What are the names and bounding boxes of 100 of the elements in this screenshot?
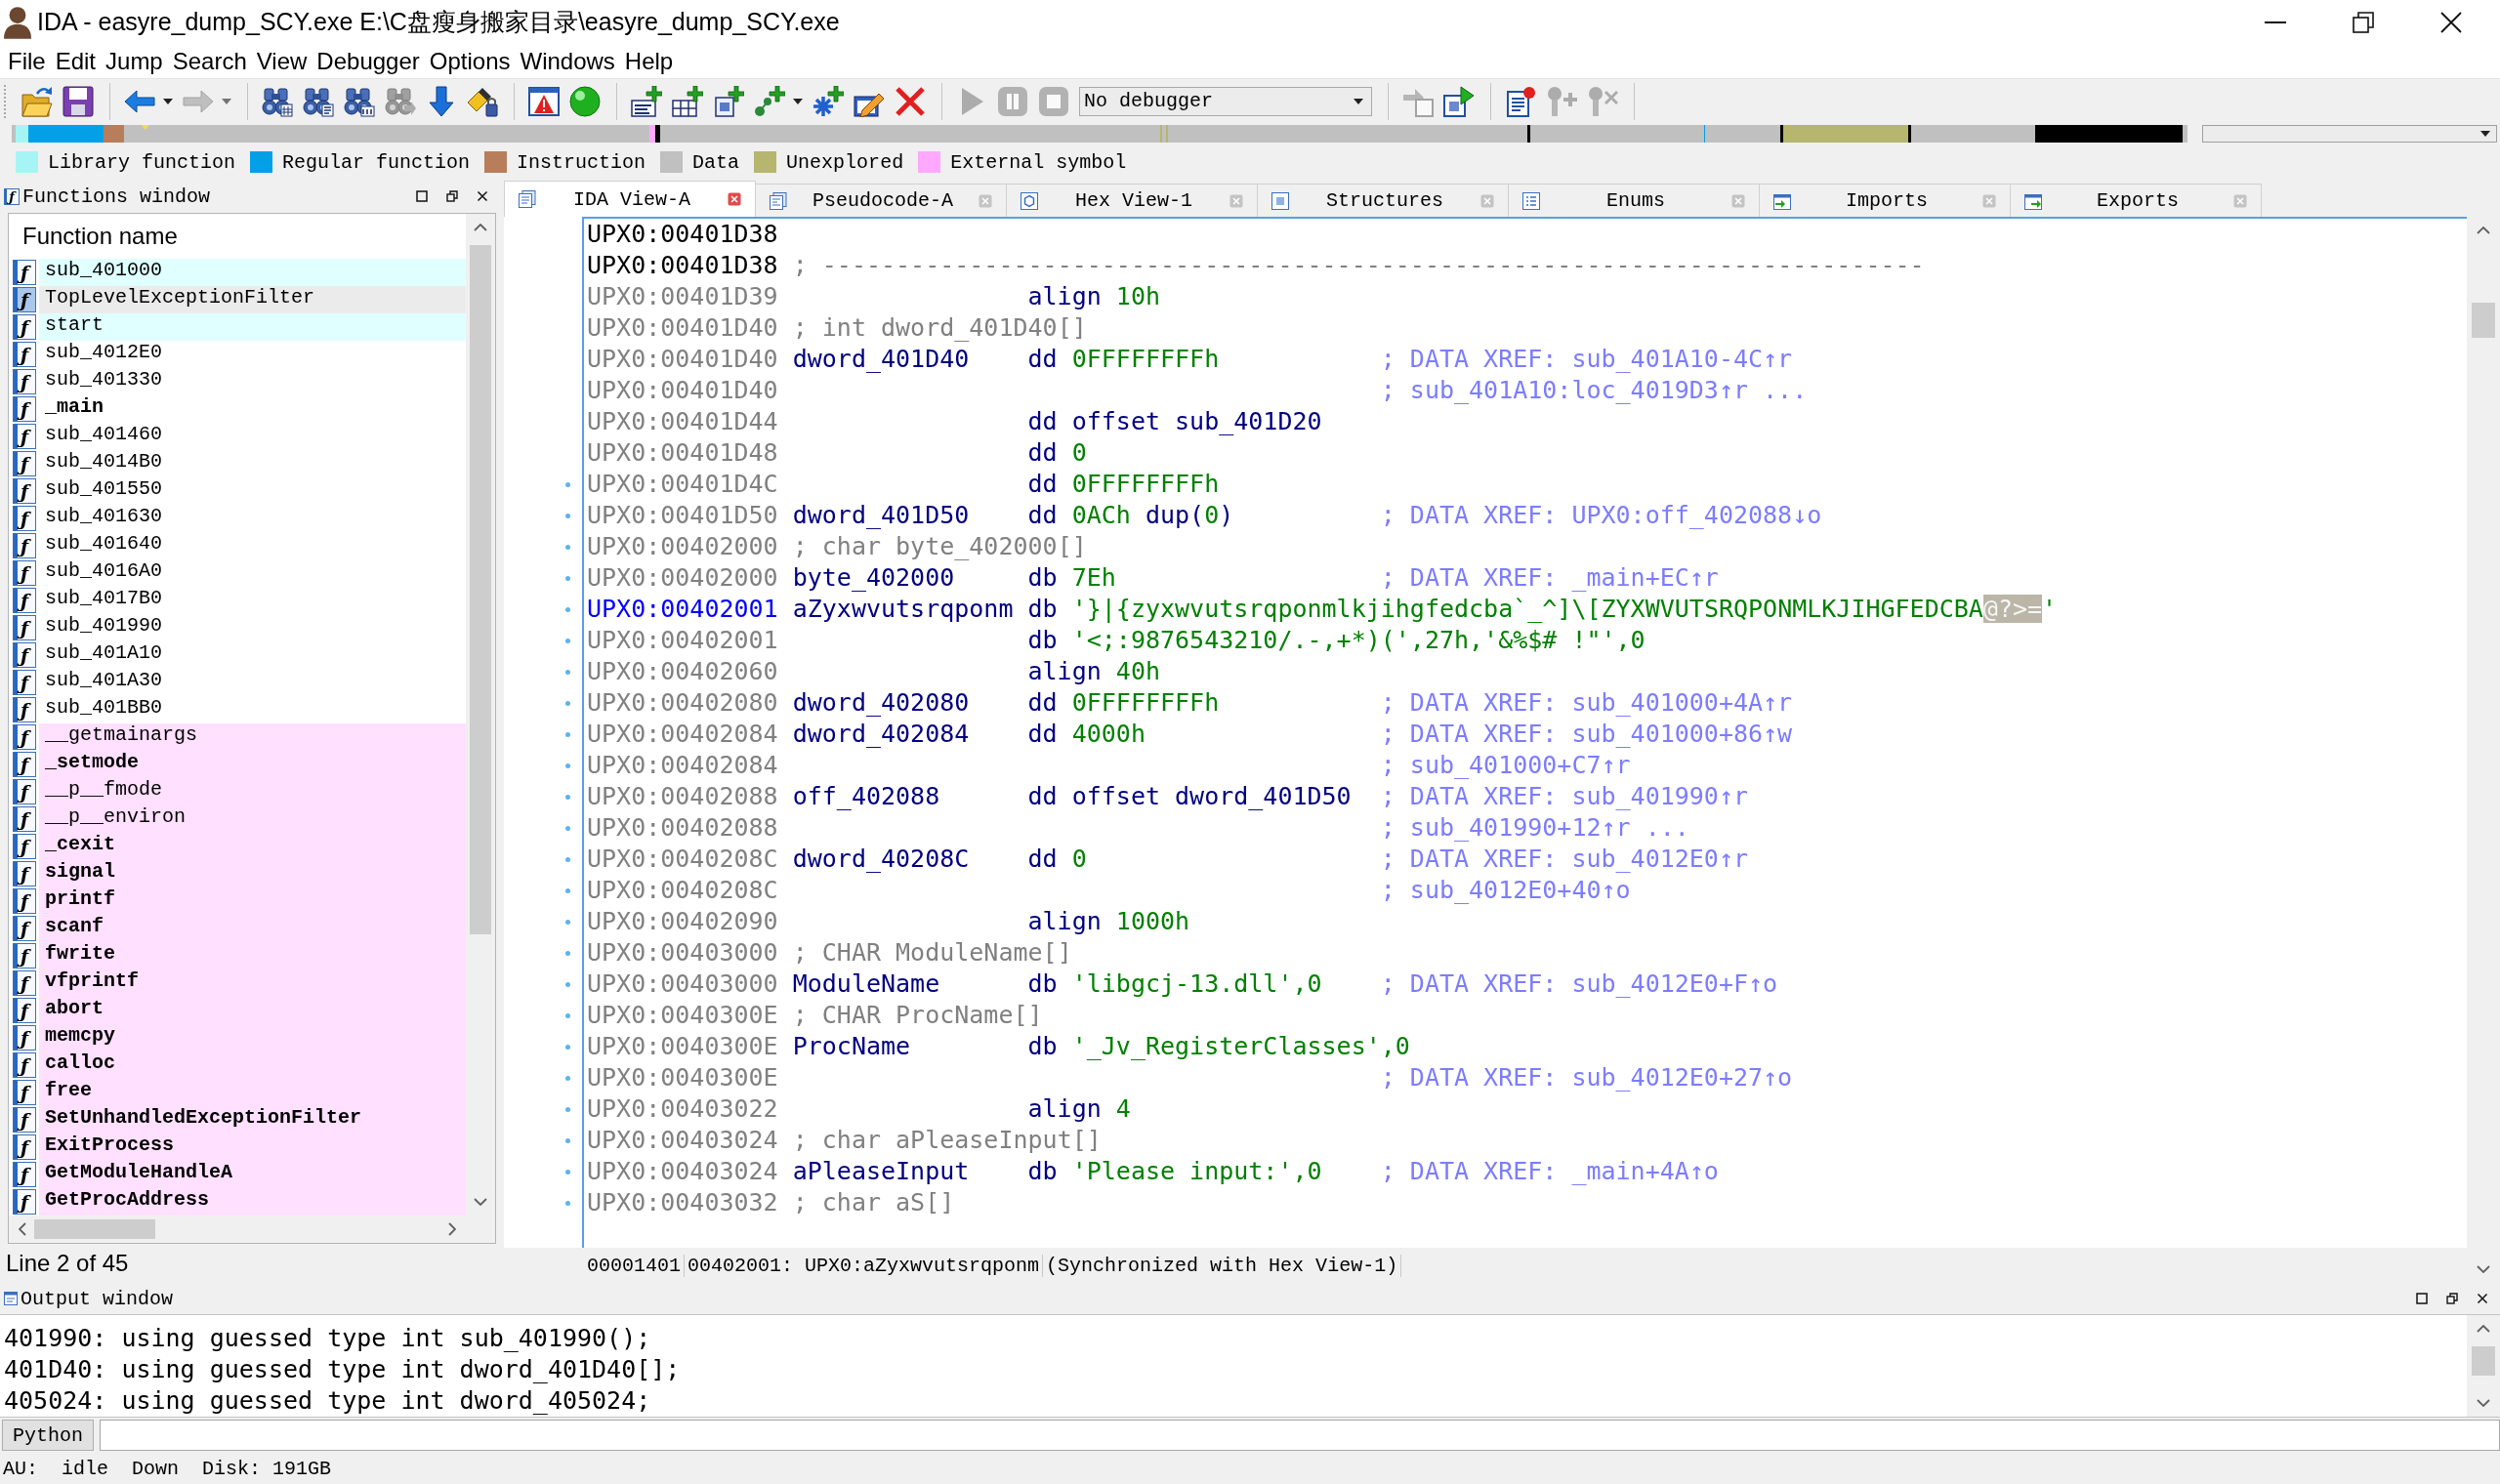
legend-label: Data (692, 150, 740, 174)
function-name[interactable]: GetProcAddress (39, 1188, 466, 1216)
code-comment: ; char aS[] (792, 1187, 955, 1218)
scrollbar-thumb[interactable] (470, 245, 491, 934)
chevron-down-icon[interactable] (474, 1198, 487, 1206)
debugger-select[interactable]: No debugger (1079, 86, 1372, 116)
caret-icon[interactable] (793, 98, 803, 104)
close-icon[interactable] (477, 190, 488, 202)
cross-icon[interactable] (895, 85, 926, 117)
chevron-right-icon[interactable] (448, 1222, 456, 1236)
menu-item[interactable]: Debugger (312, 47, 425, 75)
document-dot-icon[interactable] (1505, 85, 1536, 117)
ball-icon[interactable] (569, 85, 601, 117)
chevron-down-icon[interactable] (2477, 1399, 2490, 1407)
caret-icon[interactable] (2480, 131, 2490, 137)
line-address: UPX0:00401D50 (587, 501, 778, 529)
scrollbar[interactable] (466, 214, 495, 1216)
column-header[interactable]: Function name (9, 214, 466, 259)
navigation-band[interactable] (12, 125, 2188, 143)
tab[interactable]: IDA View-A (504, 181, 756, 217)
asterisk-plus-icon[interactable] (812, 85, 844, 117)
function-name[interactable]: free (39, 1079, 466, 1106)
operand: 40h (1115, 656, 1160, 687)
menu-item[interactable]: Edit (50, 47, 102, 75)
function-icon: ƒ (13, 1025, 36, 1051)
command-field[interactable] (100, 1420, 2500, 1451)
function-name[interactable]: signal (39, 860, 466, 887)
xref-comment: ; DATA XREF: sub_4012E0+F↑o (1380, 969, 1778, 1000)
menu-item[interactable]: Jump (101, 47, 168, 75)
chevron-down-icon[interactable] (2477, 1265, 2490, 1273)
function-name[interactable]: __p__environ (39, 805, 466, 833)
document-plus-icon[interactable] (631, 85, 662, 117)
menu-item[interactable]: Windows (515, 47, 620, 75)
close-icon[interactable] (2477, 1293, 2488, 1304)
function-name[interactable]: calloc (39, 1051, 466, 1079)
label-name: ProcName (792, 1032, 911, 1060)
restore-icon[interactable] (2446, 1293, 2458, 1304)
dots-plus-icon[interactable] (754, 85, 785, 117)
caret-icon[interactable] (163, 98, 173, 104)
line-address: UPX0:00402080 (587, 688, 778, 717)
binoculars-icon[interactable] (344, 85, 375, 117)
function-name[interactable]: printf (39, 887, 466, 915)
scrollbar[interactable] (2467, 1315, 2500, 1417)
mnemonic: align (1027, 281, 1102, 312)
function-icon: ƒ (13, 1134, 36, 1160)
function-name[interactable]: abort (39, 997, 466, 1024)
menu-item[interactable]: File (3, 47, 51, 75)
chevron-up-icon[interactable] (2477, 227, 2490, 234)
function-icon: ƒ (13, 533, 36, 558)
scrollbar-thumb[interactable] (2472, 303, 2495, 338)
scrollbar-thumb[interactable] (2472, 1346, 2495, 1376)
caret-icon[interactable] (1354, 98, 1363, 104)
function-icon: ƒ (13, 916, 36, 941)
xref-comment: ; DATA XREF: _main+EC↑r (1380, 562, 1719, 594)
restore-icon[interactable] (2353, 11, 2374, 33)
function-name[interactable]: TopLevelExceptionFilter (39, 286, 466, 313)
menu-item[interactable]: Search (167, 47, 252, 75)
function-name[interactable]: _cexit (39, 833, 466, 860)
table-plus-icon[interactable] (672, 85, 703, 117)
operand: offset dword_401D50 (1071, 781, 1352, 812)
binoculars-icon[interactable] (303, 85, 334, 117)
function-name[interactable]: memcpy (39, 1024, 466, 1051)
function-name[interactable]: start (39, 313, 466, 341)
chevron-up-icon[interactable] (474, 224, 487, 231)
function-name[interactable]: __getmainargs (39, 723, 466, 751)
warning-icon[interactable] (528, 85, 560, 117)
chevron-up-icon[interactable] (2477, 1325, 2490, 1333)
line-address: UPX0:0040208C (587, 876, 778, 904)
menu-item[interactable]: Help (619, 47, 679, 75)
minimize-icon[interactable] (2265, 21, 2286, 23)
function-name[interactable]: ExitProcess (39, 1134, 466, 1161)
binoculars-icon[interactable] (262, 85, 293, 117)
tab[interactable]: Exports (2010, 184, 2262, 217)
maximize-icon[interactable] (2416, 1293, 2428, 1304)
menu-item[interactable]: View (251, 47, 312, 75)
language-button[interactable]: Python (2, 1420, 94, 1451)
function-name[interactable]: sub_401000 (39, 259, 466, 286)
function-name[interactable]: SetUnhandledExceptionFilter (39, 1106, 466, 1134)
restore-icon[interactable] (446, 190, 458, 202)
maximize-icon[interactable] (416, 190, 428, 202)
folder-icon[interactable] (21, 85, 53, 117)
close-icon[interactable] (2440, 11, 2462, 33)
function-name[interactable]: __p__fmode (39, 778, 466, 805)
function-name[interactable]: _setmode (39, 751, 466, 778)
function-name[interactable]: GetModuleHandleA (39, 1161, 466, 1188)
label-name: off_402088 (792, 782, 940, 810)
down-arrow-icon[interactable] (426, 85, 457, 117)
chevron-left-icon[interactable] (19, 1222, 26, 1236)
line-address: UPX0:0040208C (587, 845, 778, 873)
menu-item[interactable]: Options (424, 47, 516, 75)
scrollbar[interactable] (9, 1216, 466, 1243)
function-name[interactable]: vfprintf (39, 969, 466, 997)
function-name[interactable]: fwrite (39, 942, 466, 969)
function-name[interactable]: scanf (39, 915, 466, 942)
box-play-icon[interactable] (1443, 85, 1475, 117)
box-plus-icon[interactable] (713, 85, 744, 117)
scrollbar-thumb[interactable] (34, 1219, 155, 1239)
label-name: dword_402080 (792, 688, 970, 717)
status-text: Disk: 191GB (202, 1457, 332, 1480)
flashlight-icon[interactable] (467, 85, 498, 117)
